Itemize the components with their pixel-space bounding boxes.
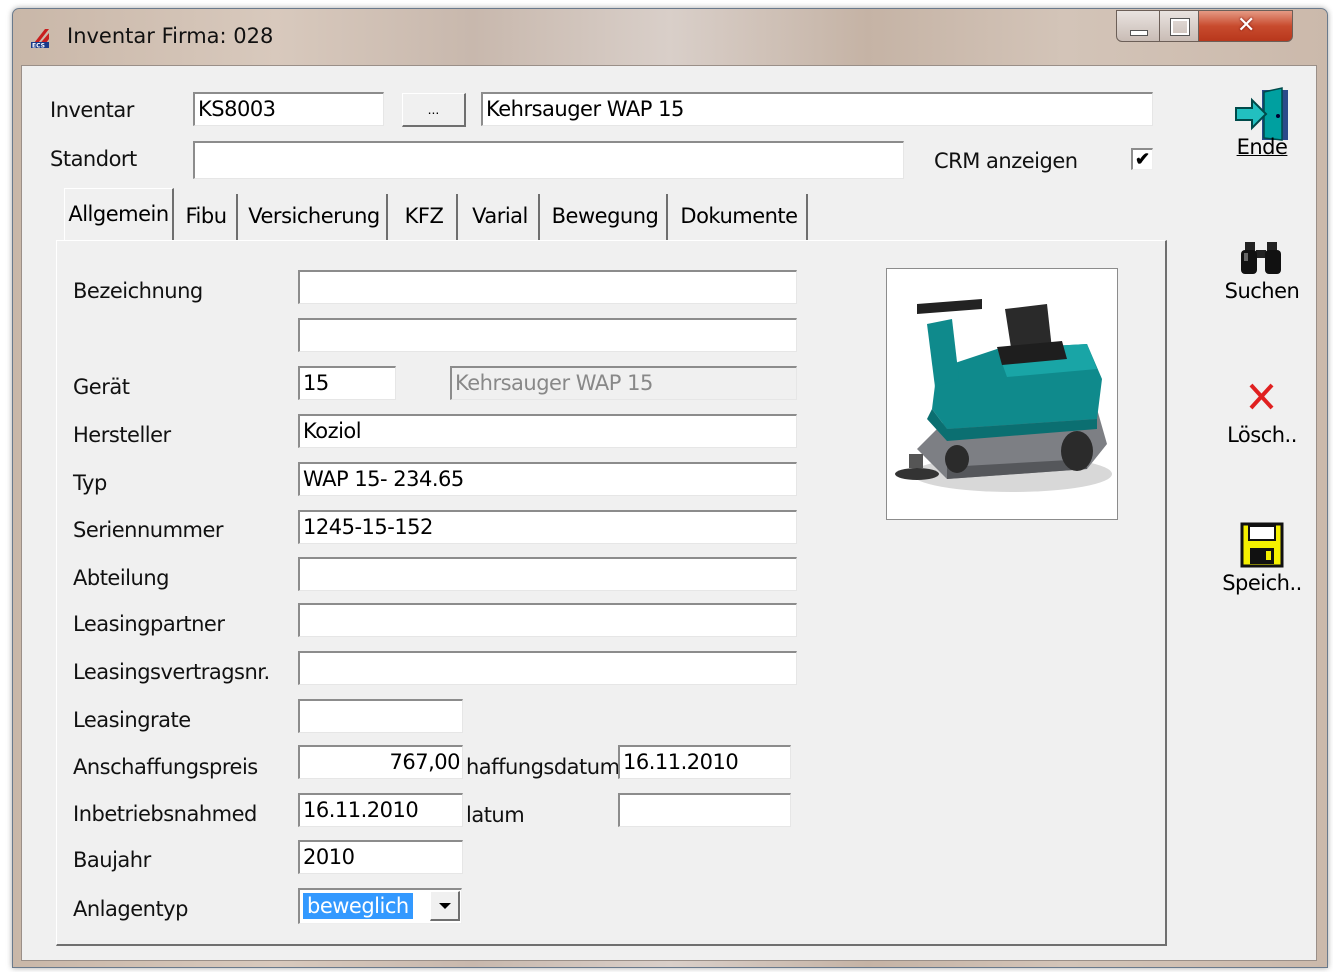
leasingvertragsnr-field[interactable]: [298, 651, 797, 685]
bezeichnung-label: Bezeichnung: [73, 279, 203, 303]
anschaffungsdatum-label: haffungsdatum: [466, 755, 620, 779]
close-icon: ✕: [1237, 13, 1256, 38]
speichern-button[interactable]: Speich..: [1207, 522, 1317, 595]
minimize-icon: [1130, 30, 1148, 36]
typ-field[interactable]: WAP 15- 234.65: [298, 462, 797, 496]
bezeichnung-field-2[interactable]: [298, 318, 797, 352]
sweeper-machine-image: [887, 269, 1117, 519]
hersteller-field[interactable]: Koziol: [298, 414, 797, 448]
standort-field[interactable]: [193, 141, 904, 179]
svg-text:ECS: ECS: [32, 43, 45, 50]
baujahr-field[interactable]: 2010: [298, 840, 463, 874]
seriennummer-label: Seriennummer: [73, 518, 224, 542]
anlagentyp-selected-value: beweglich: [302, 892, 414, 920]
ende-button[interactable]: Ende: [1207, 86, 1317, 159]
hersteller-label: Hersteller: [73, 423, 171, 447]
loeschen-button[interactable]: Lösch..: [1207, 380, 1317, 447]
maximize-icon: [1170, 18, 1190, 36]
ecs-logo-icon: ECS: [31, 29, 49, 50]
tab-varial[interactable]: Varial: [462, 194, 540, 240]
leasingpartner-field[interactable]: [298, 603, 797, 637]
geraet-label: Gerät: [73, 375, 130, 399]
crm-checkbox[interactable]: ✔: [1131, 148, 1153, 170]
anschaffungspreis-label: Anschaffungspreis: [73, 755, 258, 779]
minimize-button[interactable]: [1116, 10, 1160, 42]
leasingvertragsnr-label: Leasingsvertragsnr.: [73, 660, 270, 684]
baujahr-label: Baujahr: [73, 848, 151, 872]
anlagentyp-dropdown-button[interactable]: [430, 891, 460, 921]
inventar-name-field[interactable]: Kehrsauger WAP 15: [481, 92, 1153, 126]
floppy-disk-save-icon: [1240, 522, 1284, 568]
tab-fibu[interactable]: Fibu: [176, 194, 238, 240]
tab-allgemein[interactable]: Allgemein: [64, 188, 174, 240]
maximize-button[interactable]: [1159, 10, 1199, 42]
anlagentyp-select[interactable]: beweglich: [298, 888, 462, 924]
geraet-field[interactable]: 15: [298, 366, 396, 400]
suchen-button[interactable]: Suchen: [1207, 240, 1317, 303]
datum-label: latum: [466, 803, 525, 827]
anschaffungspreis-field[interactable]: 767,00: [298, 745, 463, 779]
anschaffungsdatum-field[interactable]: 16.11.2010: [618, 745, 791, 779]
tab-versicherung[interactable]: Versicherung: [242, 194, 388, 240]
tab-bewegung[interactable]: Bewegung: [544, 194, 668, 240]
window-title: Inventar Firma: 028: [67, 24, 274, 48]
ende-label: Ende: [1236, 135, 1288, 159]
seriennummer-field[interactable]: 1245-15-152: [298, 510, 797, 544]
loeschen-label: Lösch..: [1227, 423, 1297, 447]
abteilung-label: Abteilung: [73, 566, 169, 590]
bezeichnung-field-1[interactable]: [298, 270, 797, 304]
crm-label: CRM anzeigen: [934, 149, 1078, 173]
tab-dokumente[interactable]: Dokumente: [672, 194, 808, 240]
geraet-name-field: Kehrsauger WAP 15: [450, 366, 797, 400]
product-image: [886, 268, 1118, 520]
inventar-lookup-button[interactable]: ...: [402, 93, 466, 127]
typ-label: Typ: [73, 471, 107, 495]
standort-label: Standort: [50, 147, 137, 171]
inbetriebnahme-field[interactable]: 16.11.2010: [298, 793, 463, 827]
anlagentyp-label: Anlagentyp: [73, 897, 188, 921]
inventar-field[interactable]: KS8003: [193, 92, 384, 126]
close-button[interactable]: ✕: [1198, 10, 1293, 42]
delete-x-icon: [1249, 383, 1274, 410]
inbetriebnahme-label: Inbetriebsnahmed: [73, 802, 257, 826]
leasingrate-field[interactable]: [298, 699, 463, 733]
title-bar[interactable]: ECS Inventar Firma: 028 ✕: [13, 9, 1327, 65]
chevron-down-icon: [439, 903, 451, 909]
tab-kfz[interactable]: KFZ: [392, 194, 458, 240]
inventar-label: Inventar: [50, 98, 134, 122]
leasingpartner-label: Leasingpartner: [73, 612, 225, 636]
speichern-label: Speich..: [1222, 571, 1302, 595]
datum-field[interactable]: [618, 793, 791, 827]
binoculars-icon: [1241, 242, 1281, 274]
leasingrate-label: Leasingrate: [73, 708, 191, 732]
suchen-label: Suchen: [1224, 279, 1300, 303]
abteilung-field[interactable]: [298, 557, 797, 591]
